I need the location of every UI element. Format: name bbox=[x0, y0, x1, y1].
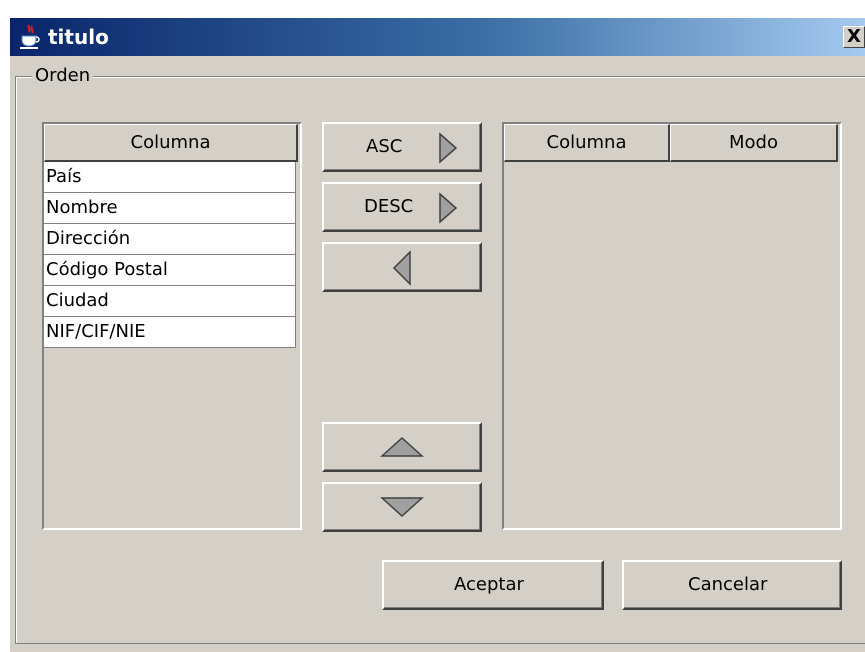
move-down-button[interactable] bbox=[322, 482, 482, 532]
left-column-header[interactable]: Columna bbox=[44, 124, 298, 162]
mode-column-header-label: Modo bbox=[729, 132, 778, 153]
row-label: Nombre bbox=[46, 197, 118, 218]
available-columns-table[interactable]: Columna País Nombre Dirección Código Pos… bbox=[42, 122, 302, 530]
table-row[interactable]: NIF/CIF/NIE bbox=[44, 317, 296, 348]
accept-button[interactable]: Aceptar bbox=[382, 560, 604, 610]
java-coffee-icon bbox=[18, 23, 42, 51]
asc-button[interactable]: ASC bbox=[322, 122, 482, 172]
row-label: Código Postal bbox=[46, 259, 168, 280]
arrow-right-icon bbox=[439, 192, 458, 224]
move-up-button[interactable] bbox=[322, 422, 482, 472]
cancel-button[interactable]: Cancelar bbox=[622, 560, 842, 610]
table-row[interactable]: Ciudad bbox=[44, 286, 296, 317]
cancel-label: Cancelar bbox=[688, 574, 768, 595]
dialog-window: titulo X Orden Columna País Nombre Direc… bbox=[8, 18, 865, 652]
title-bar[interactable]: titulo X bbox=[10, 18, 865, 56]
desc-label: DESC bbox=[364, 196, 414, 217]
close-button[interactable]: X bbox=[843, 26, 865, 48]
arrow-up-icon bbox=[380, 436, 424, 457]
right-column-header[interactable]: Columna bbox=[504, 124, 670, 162]
accept-label: Aceptar bbox=[454, 574, 524, 595]
remove-button[interactable] bbox=[322, 242, 482, 292]
mode-column-header[interactable]: Modo bbox=[670, 124, 838, 162]
table-row[interactable]: Nombre bbox=[44, 193, 296, 224]
table-row[interactable]: Código Postal bbox=[44, 255, 296, 286]
row-label: Ciudad bbox=[46, 290, 109, 311]
table-row[interactable]: Dirección bbox=[44, 224, 296, 255]
row-label: Dirección bbox=[46, 228, 131, 249]
close-icon: X bbox=[847, 26, 861, 47]
arrow-down-icon bbox=[380, 497, 424, 518]
sort-columns-table[interactable]: Columna Modo bbox=[502, 122, 842, 530]
row-label: NIF/CIF/NIE bbox=[46, 321, 146, 342]
right-column-header-label: Columna bbox=[546, 132, 627, 153]
asc-label: ASC bbox=[366, 136, 403, 157]
window-title: titulo bbox=[48, 25, 109, 49]
arrow-right-icon bbox=[439, 132, 458, 164]
order-group-legend: Orden bbox=[32, 66, 94, 86]
arrow-left-icon bbox=[392, 250, 411, 286]
table-row[interactable]: País bbox=[44, 162, 296, 193]
left-column-header-label: Columna bbox=[130, 132, 211, 153]
desc-button[interactable]: DESC bbox=[322, 182, 482, 232]
row-label: País bbox=[46, 166, 82, 187]
